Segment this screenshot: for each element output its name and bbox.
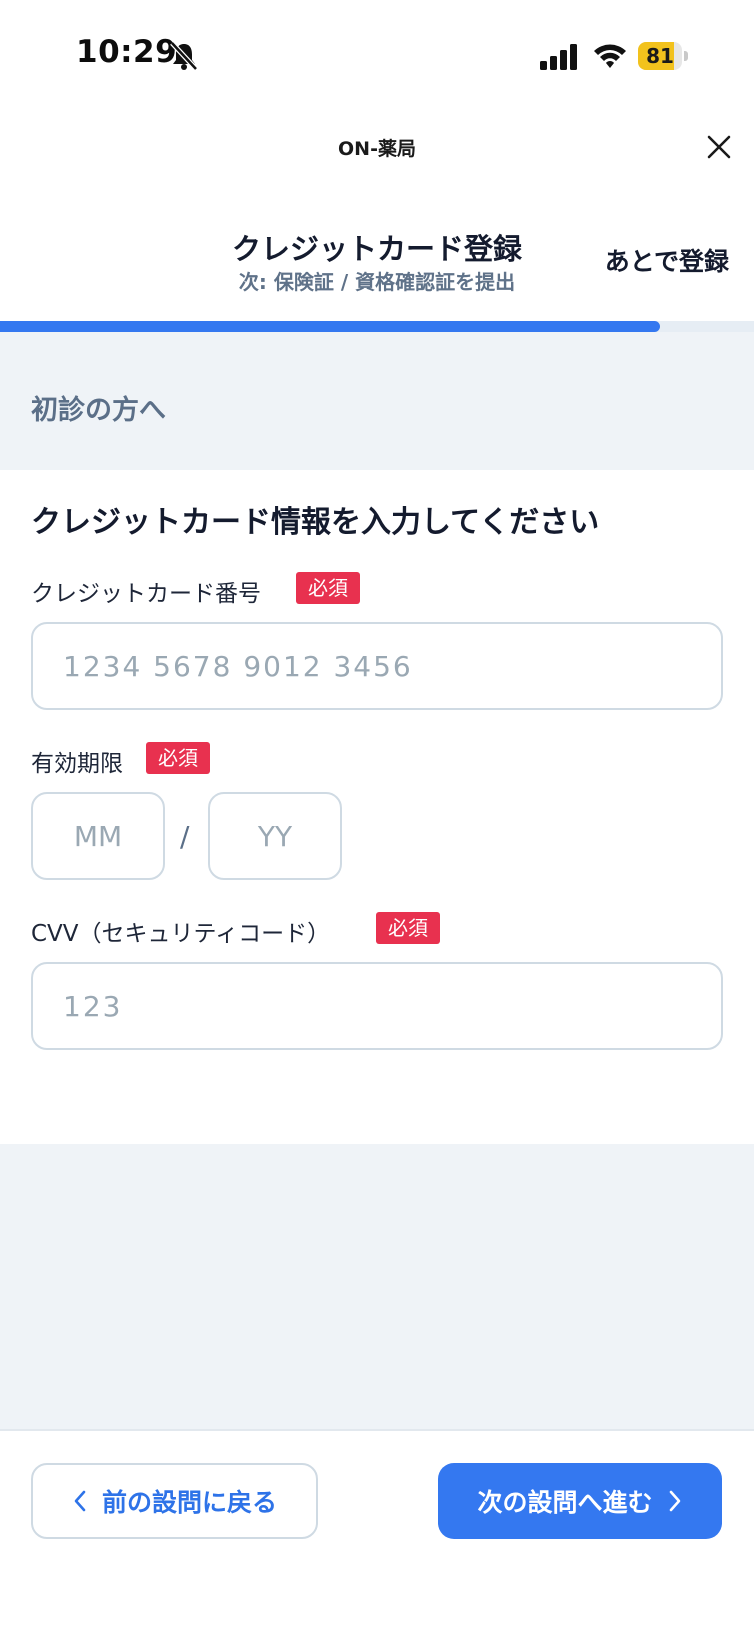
expiry-year-input[interactable]: [208, 792, 342, 880]
step-title: クレジットカード登録: [231, 232, 522, 266]
chevron-left-icon: [74, 1490, 86, 1512]
app-title: ON-薬局: [338, 138, 416, 160]
card-number-label: クレジットカード番号: [31, 581, 261, 607]
footer-divider: [0, 1429, 754, 1431]
wifi-icon: [594, 44, 626, 68]
expiry-separator: /: [180, 820, 190, 853]
status-time: 10:29: [76, 34, 178, 70]
battery-level: 81: [646, 44, 674, 68]
next-step-subtitle: 次: 保険証 / 資格確認証を提出: [238, 270, 516, 294]
progress-bar: [0, 321, 754, 332]
cvv-label: CVV（セキュリティコード）: [31, 921, 331, 947]
close-icon[interactable]: [706, 134, 732, 160]
back-button[interactable]: 前の設問に戻る: [31, 1463, 318, 1539]
next-button-label: 次の設問へ進む: [477, 1488, 653, 1517]
cvv-input[interactable]: [31, 962, 723, 1050]
register-later-link[interactable]: あとで登録: [605, 242, 729, 278]
cellular-signal-icon: [540, 44, 577, 70]
expiry-month-input[interactable]: [31, 792, 165, 880]
required-badge: 必須: [376, 912, 440, 944]
next-button[interactable]: 次の設問へ進む: [438, 1463, 722, 1539]
chevron-right-icon: [669, 1490, 680, 1512]
required-badge: 必須: [146, 742, 210, 774]
expiry-label: 有効期限: [31, 751, 123, 777]
section-title: 初診の方へ: [31, 395, 166, 426]
empty-content-area: [0, 1144, 754, 1430]
card-number-input[interactable]: [31, 622, 723, 710]
battery-indicator: 81: [638, 42, 690, 72]
required-badge: 必須: [296, 572, 360, 604]
bell-slash-icon: [170, 41, 198, 71]
form-heading: クレジットカード情報を入力してください: [31, 505, 600, 540]
back-button-label: 前の設問に戻る: [101, 1488, 277, 1517]
progress-fill: [0, 321, 660, 332]
